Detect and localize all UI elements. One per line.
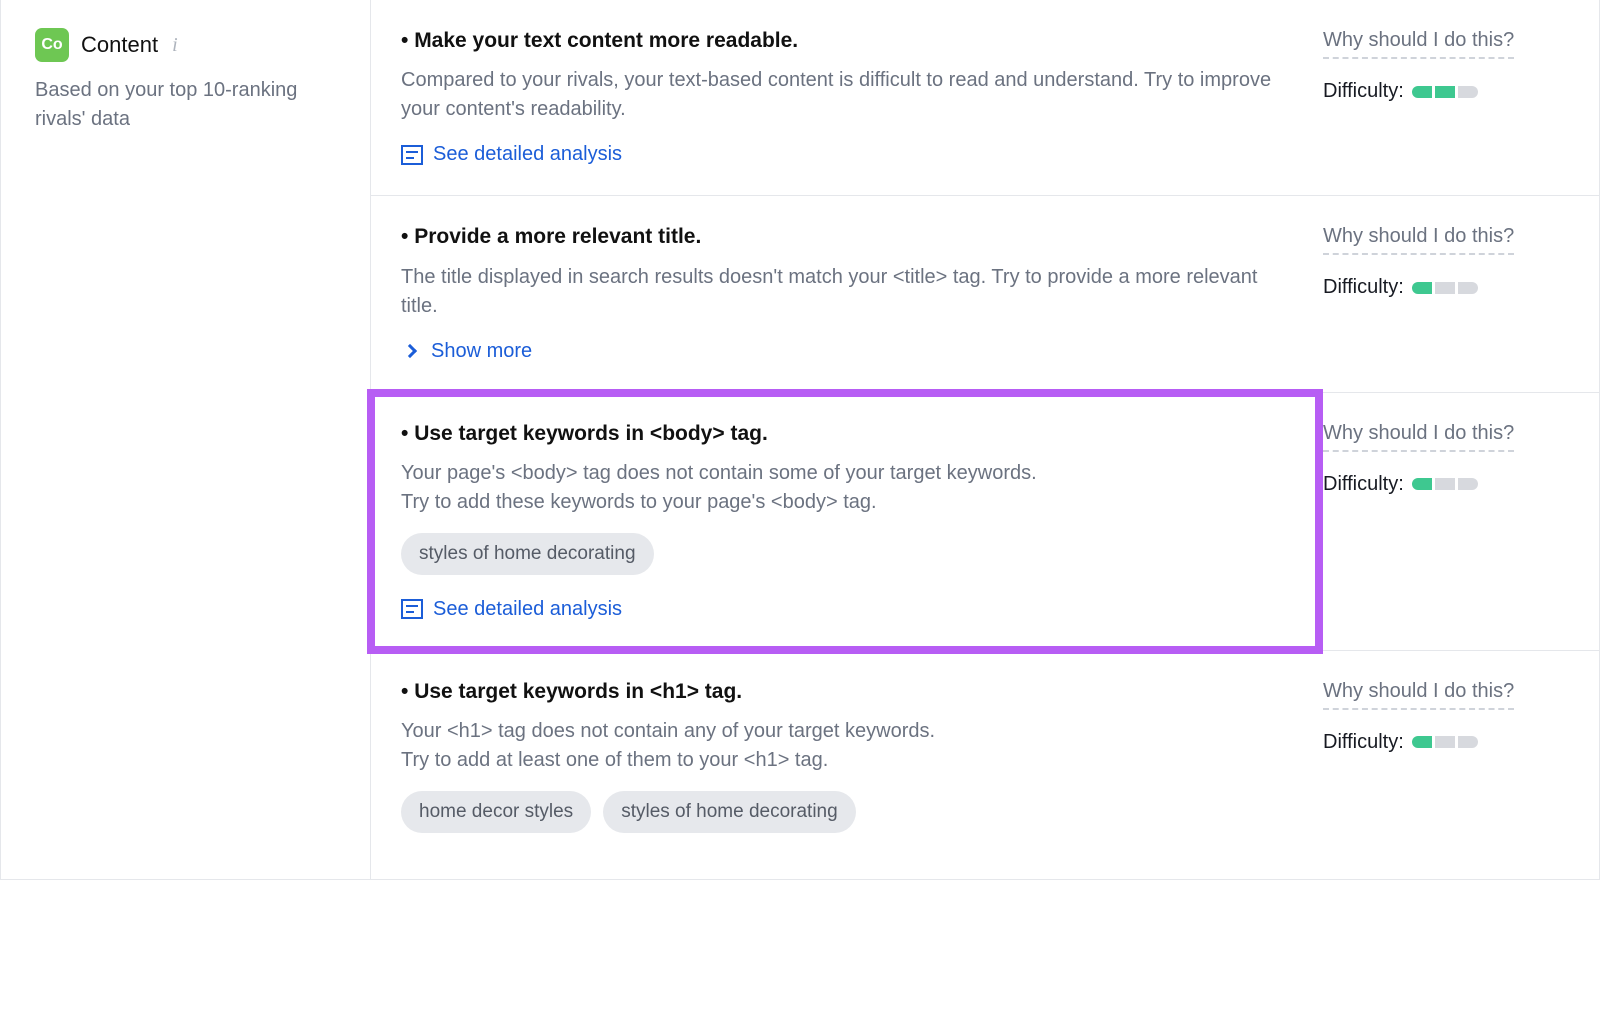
difficulty-segment: [1458, 282, 1478, 294]
recommendation-meta: Why should I do this? Difficulty:: [1319, 0, 1599, 195]
recommendation-description: Your page's <body> tag does not contain …: [401, 459, 1289, 517]
sidebar-header: Co Content i: [35, 28, 340, 62]
recommendation-body: Use target keywords in <h1> tag. Your <h1…: [371, 651, 1319, 879]
content-recommendations-panel: Co Content i Based on your top 10-rankin…: [0, 0, 1600, 880]
difficulty-segment: [1412, 86, 1432, 98]
recommendation-body: Use target keywords in <body> tag. Your p…: [371, 393, 1319, 650]
see-detailed-analysis-link[interactable]: See detailed analysis: [401, 595, 1289, 624]
document-icon: [401, 599, 423, 619]
difficulty-meter: [1412, 282, 1478, 294]
difficulty-segment: [1412, 736, 1432, 748]
difficulty-segment: [1412, 282, 1432, 294]
recommendation-description: Your <h1> tag does not contain any of yo…: [401, 717, 1289, 775]
why-link[interactable]: Why should I do this?: [1323, 677, 1514, 710]
recommendation-item: Provide a more relevant title. The title …: [371, 196, 1599, 392]
sidebar-title: Content: [81, 29, 158, 61]
sidebar: Co Content i Based on your top 10-rankin…: [1, 0, 371, 879]
recommendation-meta: Why should I do this? Difficulty:: [1319, 651, 1599, 879]
keyword-pill-row: home decor styles styles of home decorati…: [401, 791, 1289, 833]
difficulty-segment: [1412, 478, 1432, 490]
difficulty-meter: [1412, 478, 1478, 490]
difficulty-label: Difficulty:: [1323, 273, 1404, 302]
show-more-link[interactable]: Show more: [401, 337, 1289, 366]
recommendation-description: Compared to your rivals, your text-based…: [401, 66, 1289, 124]
keyword-pill-row: styles of home decorating: [401, 533, 1289, 575]
difficulty-segment: [1435, 86, 1455, 98]
recommendation-title: Provide a more relevant title.: [401, 222, 1289, 252]
recommendation-meta: Why should I do this? Difficulty:: [1319, 393, 1599, 650]
why-link[interactable]: Why should I do this?: [1323, 26, 1514, 59]
difficulty-meter: [1412, 736, 1478, 748]
difficulty-segment: [1435, 478, 1455, 490]
link-label: See detailed analysis: [433, 595, 622, 624]
difficulty-row: Difficulty:: [1323, 470, 1577, 499]
difficulty-row: Difficulty:: [1323, 77, 1577, 106]
difficulty-segment: [1435, 736, 1455, 748]
recommendation-title: Use target keywords in <body> tag.: [401, 419, 1289, 449]
document-icon: [401, 145, 423, 165]
content-badge: Co: [35, 28, 69, 62]
difficulty-label: Difficulty:: [1323, 470, 1404, 499]
keyword-pill[interactable]: styles of home decorating: [603, 791, 856, 833]
difficulty-label: Difficulty:: [1323, 728, 1404, 757]
recommendation-title: Use target keywords in <h1> tag.: [401, 677, 1289, 707]
link-label: See detailed analysis: [433, 140, 622, 169]
difficulty-row: Difficulty:: [1323, 273, 1577, 302]
recommendation-title: Make your text content more readable.: [401, 26, 1289, 56]
recommendation-body: Provide a more relevant title. The title …: [371, 196, 1319, 391]
difficulty-segment: [1458, 736, 1478, 748]
recommendation-meta: Why should I do this? Difficulty:: [1319, 196, 1599, 391]
info-icon[interactable]: i: [170, 31, 178, 60]
difficulty-row: Difficulty:: [1323, 728, 1577, 757]
sidebar-subtitle: Based on your top 10-ranking rivals' dat…: [35, 76, 340, 134]
link-label: Show more: [431, 337, 532, 366]
recommendation-description: The title displayed in search results do…: [401, 263, 1289, 321]
difficulty-segment: [1458, 86, 1478, 98]
difficulty-label: Difficulty:: [1323, 77, 1404, 106]
see-detailed-analysis-link[interactable]: See detailed analysis: [401, 140, 1289, 169]
chevron-right-icon: [403, 344, 417, 358]
why-link[interactable]: Why should I do this?: [1323, 419, 1514, 452]
recommendations-list: Make your text content more readable. Com…: [371, 0, 1599, 879]
why-link[interactable]: Why should I do this?: [1323, 222, 1514, 255]
difficulty-segment: [1458, 478, 1478, 490]
difficulty-meter: [1412, 86, 1478, 98]
keyword-pill[interactable]: styles of home decorating: [401, 533, 654, 575]
recommendation-body: Make your text content more readable. Com…: [371, 0, 1319, 195]
keyword-pill[interactable]: home decor styles: [401, 791, 591, 833]
recommendation-item: Use target keywords in <h1> tag. Your <h1…: [371, 651, 1599, 879]
difficulty-segment: [1435, 282, 1455, 294]
recommendation-item: Make your text content more readable. Com…: [371, 0, 1599, 196]
recommendation-item: Use target keywords in <body> tag. Your p…: [371, 393, 1599, 651]
